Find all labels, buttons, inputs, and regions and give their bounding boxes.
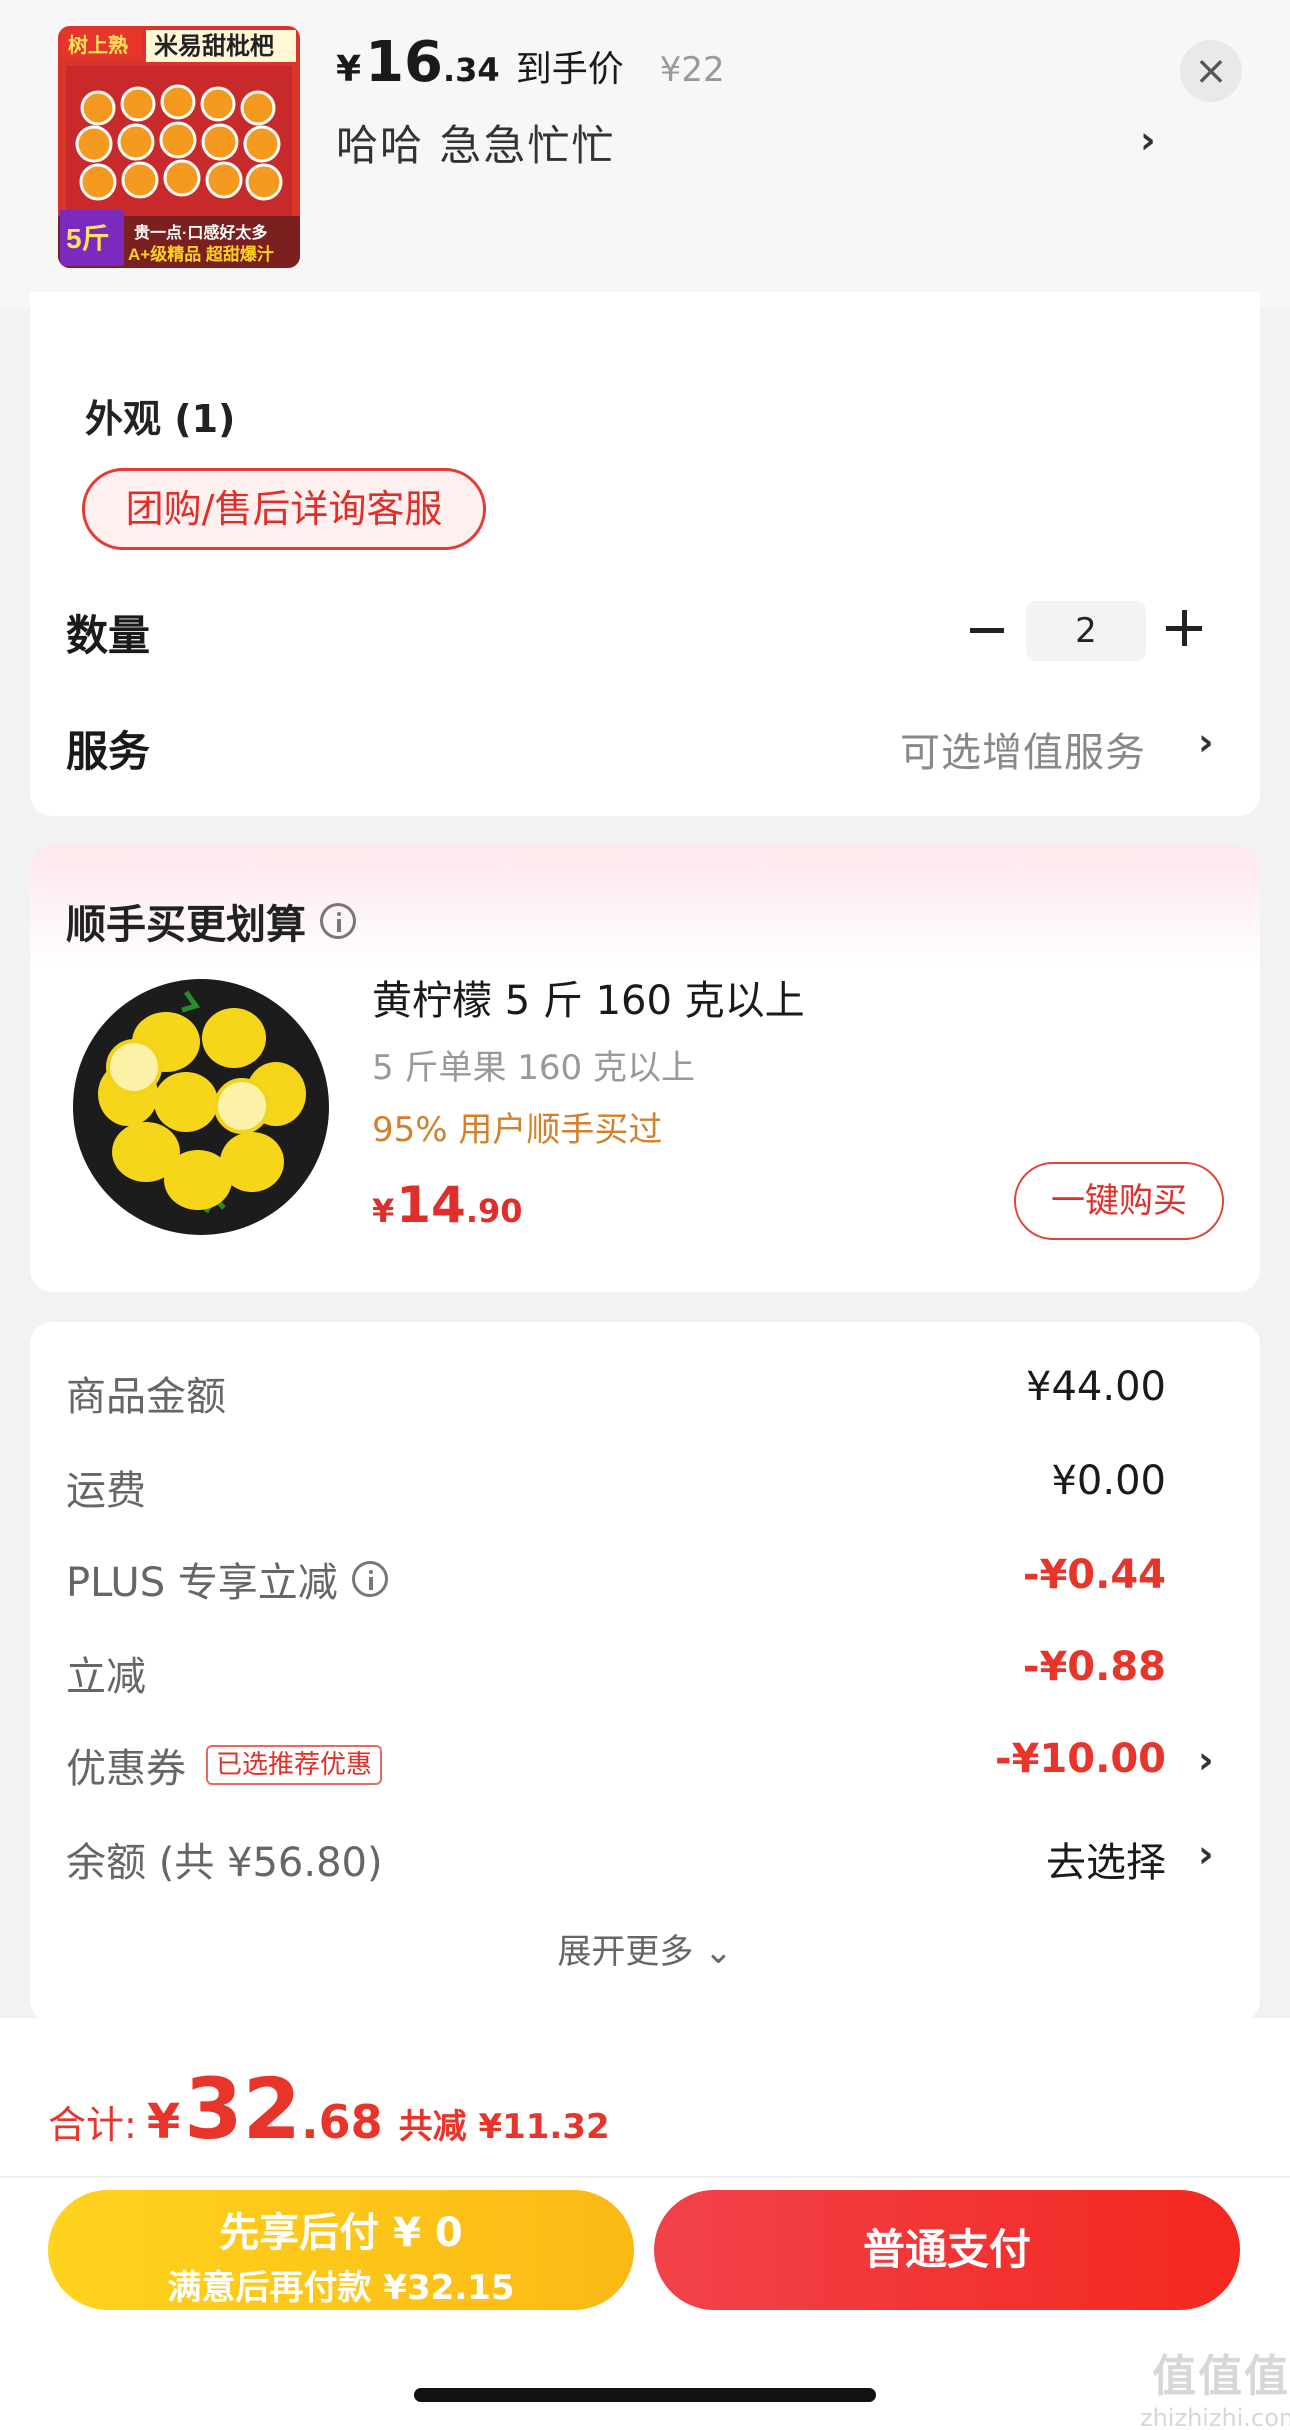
recommend-price: ¥ 14 .90 [372, 1176, 523, 1234]
chevron-right-icon[interactable]: › [1198, 720, 1214, 764]
close-button[interactable]: × [1180, 40, 1242, 102]
fee-label: 商品金额 [66, 1374, 226, 1420]
total-amount: 合计: ¥ 32 .68 共减 ¥11.32 [48, 2060, 610, 2158]
pay-later-button[interactable]: 先享后付 ¥ 0 满意后再付款 ¥32.15 [48, 2190, 634, 2310]
expand-more-button[interactable]: 展开更多 ⌄ [0, 1924, 1290, 1973]
total-currency: ¥ [146, 2094, 181, 2150]
normal-pay-button[interactable]: 普通支付 [654, 2190, 1240, 2310]
total-saved: 共减 ¥11.32 [398, 2107, 610, 2147]
fee-value: -¥0.88 [1022, 1644, 1166, 1690]
service-label: 服务 [66, 727, 151, 776]
fee-value: ¥44.00 [1026, 1364, 1166, 1410]
info-icon[interactable] [320, 903, 356, 939]
divider [0, 2176, 1290, 2178]
fee-label: 运费 [66, 1468, 146, 1514]
chevron-right-icon[interactable]: › [1198, 1832, 1214, 1876]
fee-value: ¥0.00 [1051, 1458, 1166, 1504]
fee-value: -¥0.44 [1022, 1552, 1166, 1598]
balance-select[interactable]: 去选择 [1046, 1830, 1166, 1888]
thumb-weight-text: 5斤 [66, 223, 110, 254]
recommend-title: 顺手买更划算 [66, 892, 356, 950]
fee-label: 优惠券 [66, 1746, 186, 1792]
fee-label: 余额 (共 ¥56.80) [66, 1840, 383, 1886]
product-thumbnail[interactable]: 树上熟 米易甜枇杷 5斤 贵一点·口感好太多 A+级精品 超甜爆汁 [58, 26, 300, 268]
lemon-product-image[interactable] [66, 972, 336, 1242]
thumb-slogan1-text: 贵一点·口感好太多 [134, 223, 267, 242]
fee-value[interactable]: -¥10.00 [995, 1736, 1166, 1782]
pay-later-sub-text: 满意后再付款 ¥32.15 [167, 2268, 515, 2308]
quantity-plus-button[interactable] [1166, 604, 1204, 654]
recommend-product-subtitle: 5 斤单果 160 克以上 [372, 1048, 695, 1088]
recommend-product-name[interactable]: 黄柠檬 5 斤 160 克以上 [372, 968, 805, 1026]
thumb-title-text: 米易甜枇杷 [154, 33, 274, 60]
price-integer: 16 [365, 30, 443, 95]
lemon-image [66, 972, 336, 1242]
price-currency: ¥ [336, 49, 362, 90]
thumb-slogan2-text: A+级精品 超甜爆汁 [128, 244, 274, 264]
coupon-badge: 已选推荐优惠 [206, 1745, 383, 1785]
fee-label: PLUS 专享立减 [66, 1560, 338, 1606]
total-decimal: .68 [301, 2095, 383, 2149]
coupon-row[interactable]: 优惠券 已选推荐优惠 [66, 1736, 383, 1794]
selected-variant[interactable]: 哈哈 急急忙忙 [336, 112, 615, 173]
price-decimal: .34 [443, 51, 500, 89]
watermark-url: zhizhizhi.com [1140, 2404, 1290, 2430]
watermark-logo: 值值值 [1152, 2351, 1290, 2402]
total-label: 合计: [48, 2103, 137, 2147]
info-icon[interactable] [351, 1561, 388, 1597]
quantity-label: 数量 [66, 611, 151, 660]
one-click-buy-button[interactable]: 一键购买 [1014, 1162, 1224, 1240]
close-icon: × [1194, 48, 1228, 94]
recommend-price-currency: ¥ [372, 1192, 395, 1230]
appearance-section-label: 外观 (1) [85, 397, 236, 441]
original-price: ¥22 [659, 50, 725, 90]
home-indicator[interactable] [414, 2388, 876, 2402]
price-tag-label: 到手价 [515, 49, 624, 90]
header-price: ¥ 16 .34 到手价 ¥22 [336, 30, 725, 102]
recommend-price-integer: 14 [396, 1176, 466, 1234]
pay-later-main-text: 先享后付 ¥ 0 [219, 2210, 463, 2256]
recommend-price-decimal: .90 [465, 1192, 523, 1230]
appearance-option-selected[interactable]: 团购/售后详询客服 [82, 468, 486, 550]
quantity-input[interactable]: 2 [1026, 601, 1146, 661]
watermark: 值值值 zhizhizhi.com [1140, 2340, 1290, 2430]
chevron-right-icon[interactable]: › [1198, 1738, 1214, 1782]
fee-label: 立减 [66, 1654, 146, 1700]
quantity-minus-button[interactable] [966, 602, 1010, 658]
total-integer: 32 [184, 2060, 302, 2158]
recommend-social-proof: 95% 用户顺手买过 [372, 1110, 663, 1150]
loquat-image: 树上熟 米易甜枇杷 5斤 贵一点·口感好太多 A+级精品 超甜爆汁 [58, 26, 300, 268]
recommend-title-text: 顺手买更划算 [66, 902, 306, 948]
thumb-banner-text: 树上熟 [68, 33, 128, 57]
plus-discount-row: PLUS 专享立减 [66, 1550, 388, 1608]
chevron-right-icon[interactable]: › [1140, 118, 1156, 162]
service-value[interactable]: 可选增值服务 [900, 720, 1146, 778]
